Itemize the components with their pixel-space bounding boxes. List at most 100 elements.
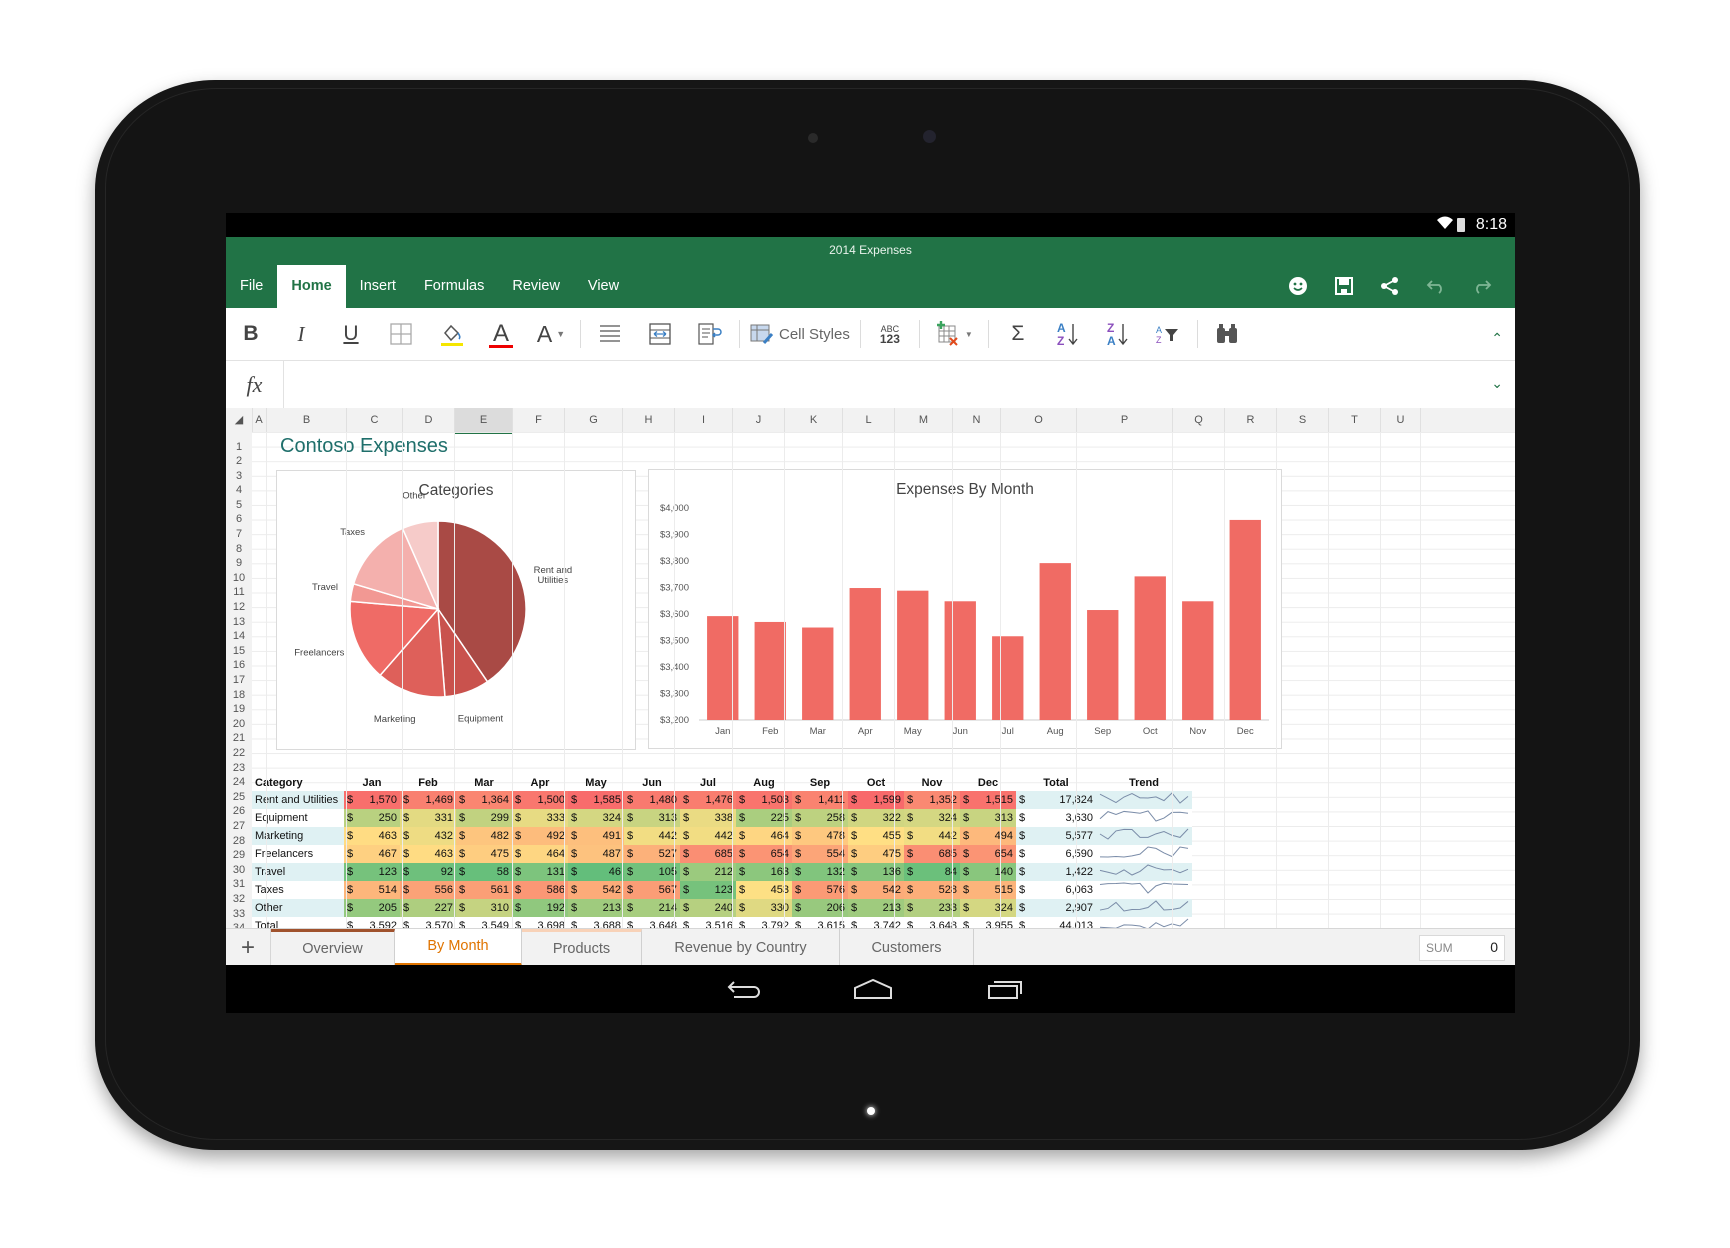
total-cell[interactable]: 3,630 (1032, 808, 1096, 827)
sheet-tab-customers[interactable]: Customers (840, 929, 974, 966)
sheet-tab-products[interactable]: Products (522, 929, 642, 966)
row-header-34[interactable]: 34 (226, 921, 252, 928)
undo-icon[interactable] (1413, 271, 1459, 301)
value-cell[interactable]: 3,516 (696, 916, 736, 928)
trend-sparkline-cell[interactable] (1096, 880, 1192, 899)
bar-oct[interactable] (1134, 576, 1166, 720)
trend-sparkline-cell[interactable] (1096, 826, 1192, 845)
recents-button[interactable] (980, 975, 1030, 1003)
value-cell[interactable]: 299 (472, 808, 512, 827)
trend-sparkline-cell[interactable] (1096, 898, 1192, 917)
column-header-l[interactable]: L (843, 408, 895, 432)
value-cell[interactable]: 561 (472, 880, 512, 899)
value-cell[interactable]: 1,476 (696, 790, 736, 809)
column-header-p[interactable]: P (1077, 408, 1173, 432)
add-sheet-button[interactable]: + (226, 929, 271, 966)
bar-feb[interactable] (754, 621, 786, 720)
row-header-7[interactable]: 7 (226, 527, 252, 542)
row-header-27[interactable]: 27 (226, 819, 252, 834)
row-header-5[interactable]: 5 (226, 497, 252, 513)
status-sum[interactable]: SUM 0 (1419, 935, 1505, 961)
align-button[interactable] (585, 314, 635, 354)
row-header-32[interactable]: 32 (226, 892, 252, 907)
sheet-title-cell[interactable]: Contoso Expenses (280, 435, 448, 458)
value-cell[interactable]: 1,599 (864, 790, 904, 809)
value-cell[interactable]: 140 (976, 862, 1016, 881)
column-header-m[interactable]: M (895, 408, 953, 432)
value-cell[interactable]: 463 (360, 826, 400, 845)
column-header-b[interactable]: B (267, 408, 347, 432)
column-header-c[interactable]: C (347, 408, 403, 432)
trend-sparkline-cell[interactable] (1096, 844, 1192, 863)
bar-jul[interactable] (992, 636, 1024, 720)
value-cell[interactable]: 1,500 (528, 790, 568, 809)
bar-nov[interactable] (1182, 601, 1214, 720)
sheet-tab-by-month[interactable]: By Month (395, 929, 522, 966)
value-cell[interactable]: 163 (752, 862, 792, 881)
row-header-8[interactable]: 8 (226, 541, 252, 557)
value-cell[interactable]: 494 (976, 826, 1016, 845)
row-header-15[interactable]: 15 (226, 643, 252, 659)
sort-ascending-button[interactable]: AZ (1043, 314, 1093, 354)
value-cell[interactable]: 455 (864, 826, 904, 845)
value-cell[interactable]: 453 (752, 880, 792, 899)
value-cell[interactable]: 322 (864, 808, 904, 827)
bar-jun[interactable] (944, 601, 976, 720)
row-header-31[interactable]: 31 (226, 877, 252, 892)
expand-formula-bar-icon[interactable]: ⌄ (1491, 375, 1503, 392)
value-cell[interactable]: 464 (752, 826, 792, 845)
value-cell[interactable]: 514 (360, 880, 400, 899)
value-cell[interactable]: 442 (696, 826, 736, 845)
value-cell[interactable]: 1,469 (416, 790, 456, 809)
row-header-17[interactable]: 17 (226, 673, 252, 688)
tab-insert[interactable]: Insert (346, 265, 410, 308)
bar-jan[interactable] (707, 616, 739, 720)
cell-styles-button[interactable]: Cell Styles (744, 314, 856, 354)
value-cell[interactable]: 225 (752, 808, 792, 827)
trend-sparkline-cell[interactable] (1096, 790, 1192, 809)
column-header-k[interactable]: K (785, 408, 843, 432)
value-cell[interactable]: 685 (696, 844, 736, 863)
row-header-6[interactable]: 6 (226, 512, 252, 527)
merge-cells-button[interactable] (635, 314, 685, 354)
row-header-30[interactable]: 30 (226, 862, 252, 878)
column-header-j[interactable]: J (733, 408, 785, 432)
value-cell[interactable]: 213 (584, 898, 624, 917)
value-cell[interactable]: 3,549 (472, 916, 512, 928)
row-header-13[interactable]: 13 (226, 614, 252, 630)
value-cell[interactable]: 1,585 (584, 790, 624, 809)
worksheet-grid[interactable]: 1 2 3 4 5 6 7 8 9 10 11 12 13 14 15 16 17 18 19 20 21 22 23 24 2… (226, 432, 1515, 928)
column-header-g[interactable]: G (565, 408, 623, 432)
row-header-24[interactable]: 24 (226, 775, 252, 790)
row-header-28[interactable]: 28 (226, 833, 252, 849)
value-cell[interactable]: 205 (360, 898, 400, 917)
value-cell[interactable]: 542 (584, 880, 624, 899)
value-cell[interactable]: 542 (864, 880, 904, 899)
bar-apr[interactable] (849, 588, 881, 720)
value-cell[interactable]: 1,364 (472, 790, 512, 809)
value-cell[interactable]: 1,503 (752, 790, 792, 809)
borders-button[interactable] (376, 314, 426, 354)
value-cell[interactable]: 528 (920, 880, 960, 899)
sort-descending-button[interactable]: ZA (1093, 314, 1143, 354)
value-cell[interactable]: 467 (360, 844, 400, 863)
total-cell[interactable]: 44,013 (1032, 916, 1096, 928)
bar-aug[interactable] (1039, 563, 1071, 720)
total-cell[interactable]: 6,063 (1032, 880, 1096, 899)
bar-chart[interactable]: Expenses By Month $3,200$3,300$3,400$3,5… (648, 469, 1282, 749)
tab-review[interactable]: Review (498, 265, 574, 308)
value-cell[interactable]: 84 (920, 862, 960, 881)
value-cell[interactable]: 654 (752, 844, 792, 863)
insert-delete-cells-button[interactable]: ▼ (924, 314, 984, 354)
value-cell[interactable]: 3,570 (416, 916, 456, 928)
row-header-3[interactable]: 3 (226, 468, 252, 484)
value-cell[interactable]: 3,592 (360, 916, 400, 928)
row-header-18[interactable]: 18 (226, 687, 252, 703)
row-header-2[interactable]: 2 (226, 454, 252, 469)
value-cell[interactable]: 464 (528, 844, 568, 863)
bar-dec[interactable] (1229, 519, 1261, 720)
value-cell[interactable]: 136 (864, 862, 904, 881)
row-header-20[interactable]: 20 (226, 716, 252, 732)
value-cell[interactable]: 442 (920, 826, 960, 845)
row-header-9[interactable]: 9 (226, 556, 252, 571)
